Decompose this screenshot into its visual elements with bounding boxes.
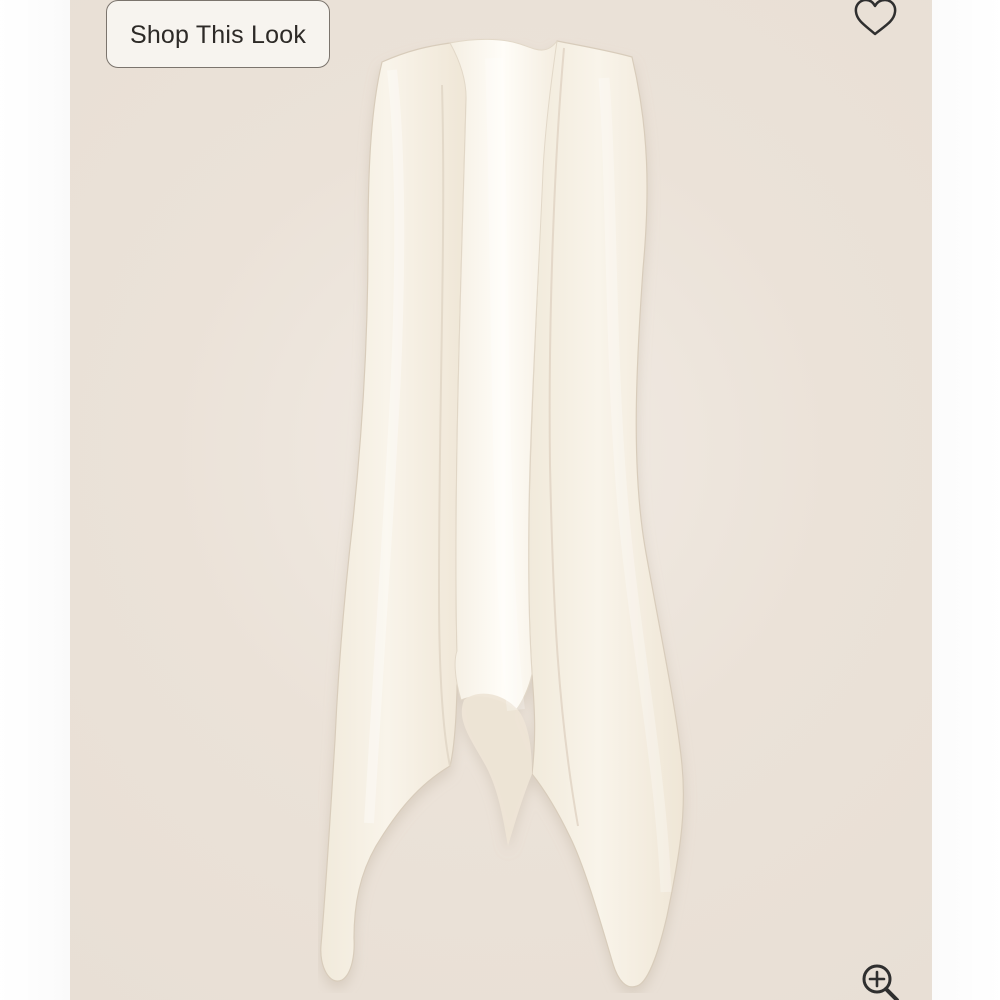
heart-icon [854, 0, 897, 36]
favorite-button[interactable] [852, 0, 900, 36]
zoom-in-icon [862, 964, 899, 1000]
left-image-fade [0, 0, 70, 1000]
right-image-fade [932, 0, 1000, 1000]
zoom-button[interactable] [860, 964, 900, 1000]
shop-this-look-button[interactable]: Shop This Look [106, 0, 330, 68]
product-image-viewer: Shop This Look [0, 0, 1000, 1000]
cream-wrap-garment [320, 38, 684, 988]
